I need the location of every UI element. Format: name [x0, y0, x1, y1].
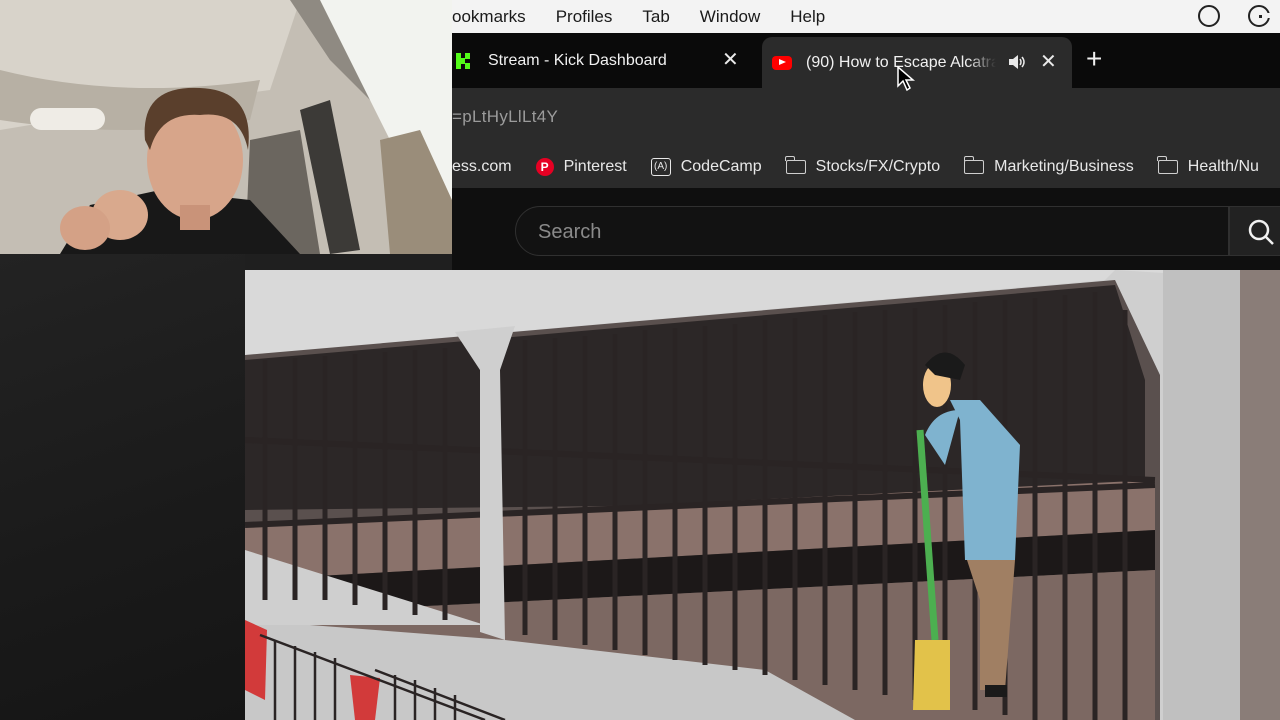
search-icon: [1248, 219, 1274, 245]
folder-icon: [963, 156, 985, 174]
bookmark-item[interactable]: ess.com: [452, 158, 512, 176]
bookmark-label: CodeCamp: [680, 158, 762, 175]
tab-kick-dashboard[interactable]: Stream - Kick Dashboard ✕: [452, 33, 762, 88]
menu-tab[interactable]: Tab: [642, 7, 669, 27]
bookmark-folder-marketing[interactable]: Marketing/Business: [963, 156, 1134, 176]
mouse-cursor-icon: [897, 66, 915, 92]
url-text[interactable]: =pLtHyLlLt4Y: [452, 107, 558, 127]
menu-bookmarks[interactable]: ookmarks: [452, 7, 526, 27]
new-tab-icon[interactable]: +: [1086, 43, 1102, 75]
search-button[interactable]: [1229, 206, 1280, 256]
pinterest-icon: P: [535, 158, 554, 176]
bookmark-label: ess.com: [452, 158, 512, 175]
menu-help[interactable]: Help: [790, 7, 825, 27]
bookmarks-bar: ess.com P Pinterest (A) CodeCamp Stocks/…: [452, 146, 1280, 188]
address-bar[interactable]: =pLtHyLlLt4Y: [452, 88, 1280, 146]
speaker-icon[interactable]: [1007, 52, 1027, 72]
status-icon[interactable]: [1198, 5, 1220, 27]
codecamp-icon: (A): [650, 158, 671, 176]
video-frame: [245, 270, 1280, 720]
page-left-panel: [0, 254, 245, 720]
bookmark-label: Pinterest: [563, 158, 627, 175]
bookmark-label: Health/Nu: [1187, 158, 1259, 175]
folder-icon: [785, 156, 806, 174]
close-tab-icon[interactable]: ✕: [1040, 49, 1057, 74]
tab-youtube-video[interactable]: (90) How to Escape Alcatraz ✕: [762, 37, 1072, 88]
webcam-overlay: [0, 0, 452, 254]
bookmark-folder-stocks[interactable]: Stocks/FX/Crypto: [785, 156, 941, 176]
search-input[interactable]: [516, 207, 1252, 257]
bookmark-folder-health[interactable]: Health/Nu: [1157, 156, 1259, 176]
webcam-image: [0, 0, 452, 254]
video-player[interactable]: [245, 270, 1280, 720]
menu-window[interactable]: Window: [700, 7, 760, 27]
bookmark-codecamp[interactable]: (A) CodeCamp: [650, 158, 762, 176]
menu-profiles[interactable]: Profiles: [556, 7, 613, 27]
close-tab-icon[interactable]: ✕: [722, 47, 739, 72]
youtube-header: [452, 188, 1280, 270]
tab-strip: Stream - Kick Dashboard ✕ (90) How to Es…: [452, 33, 1280, 88]
bookmark-label: Marketing/Business: [994, 158, 1134, 175]
menu-bar: ookmarks Profiles Tab Window Help: [452, 0, 1280, 33]
folder-icon: [1157, 156, 1178, 174]
grammarly-icon[interactable]: [1248, 5, 1271, 27]
bookmark-pinterest[interactable]: P Pinterest: [535, 158, 627, 176]
kick-logo-icon: [456, 52, 472, 69]
search-box: [515, 206, 1252, 257]
youtube-logo-icon: [772, 55, 792, 70]
tab-title: Stream - Kick Dashboard: [488, 51, 667, 69]
bookmark-label: Stocks/FX/Crypto: [815, 158, 941, 175]
